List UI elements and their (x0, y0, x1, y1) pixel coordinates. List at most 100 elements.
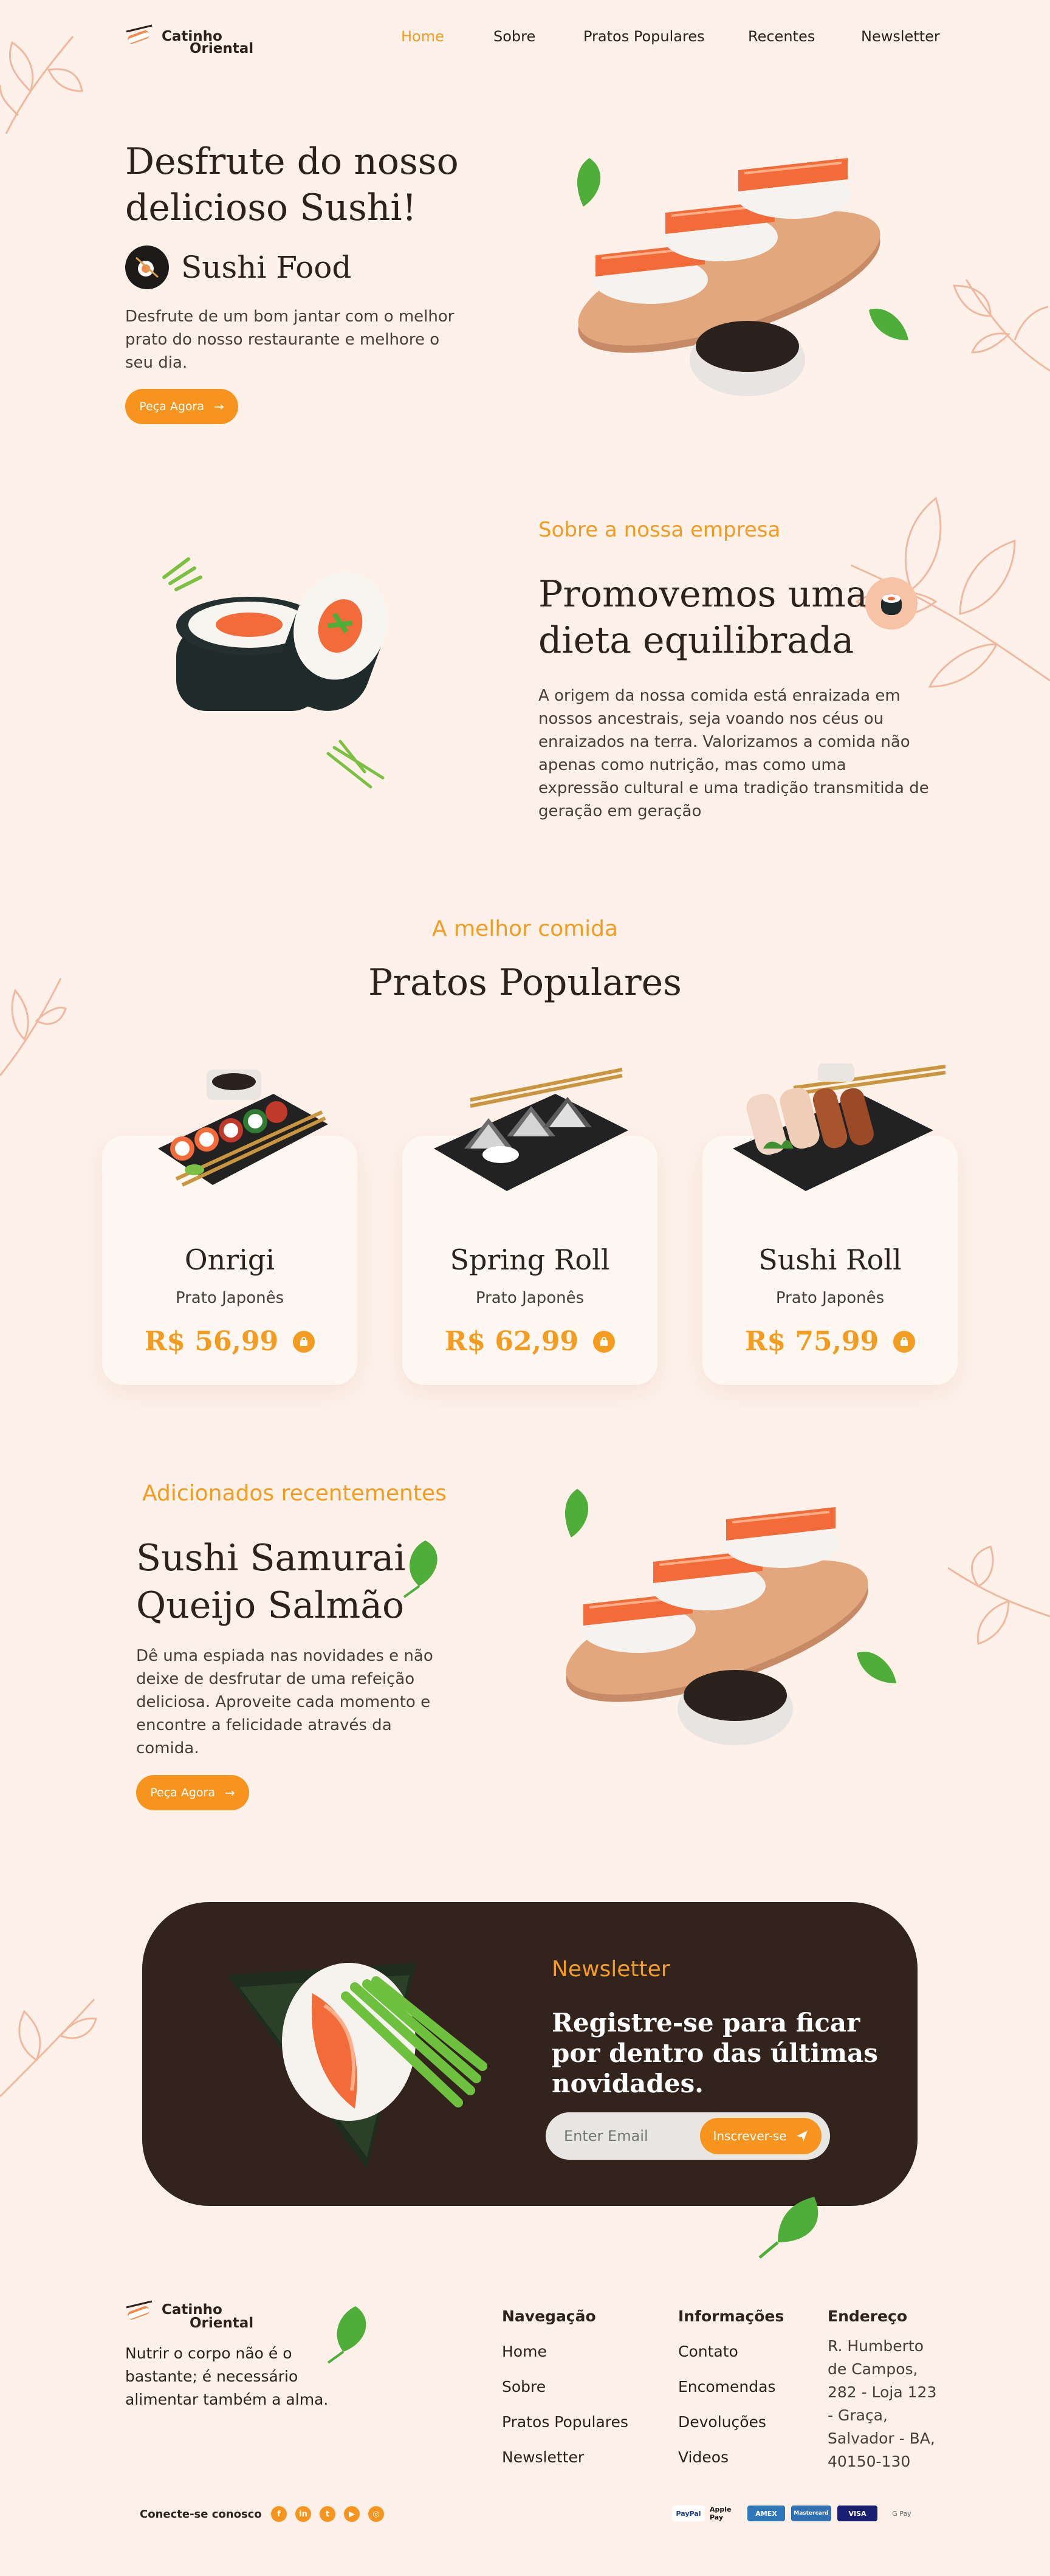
dish-category: Prato Japonês (775, 1289, 885, 1307)
footer-address-title: Endereço (828, 2307, 908, 2325)
dish-name: Spring Roll (450, 1243, 610, 1276)
instagram-icon[interactable]: ◎ (368, 2506, 384, 2522)
recent-sushi-image (565, 1489, 896, 1745)
recent-eyebrow: Adicionados recentementes (142, 1481, 447, 1506)
hero-order-label: Peça Agora (139, 400, 204, 413)
dish-name: Sushi Roll (758, 1243, 902, 1276)
nav-sobre[interactable]: Sobre (493, 28, 535, 45)
shopping-bag-icon[interactable] (593, 1330, 616, 1353)
leaf-outline-decoration (0, 36, 83, 134)
sushi-avatar-icon (125, 246, 169, 289)
recent-text-line: deixe de desfrutar de uma refeição (136, 1670, 415, 1688)
footer-tagline: Nutrir o corpo não é o bastante; é neces… (125, 2342, 328, 2411)
email-input[interactable] (564, 2123, 704, 2149)
hero-order-button[interactable]: Peça Agora → (125, 389, 238, 424)
recent-order-button[interactable]: Peça Agora → (136, 1775, 249, 1810)
newsletter-title: Registre-se para ficar por dentro das úl… (552, 2008, 878, 2099)
recent-title: Sushi Samurai Queijo Salmão (136, 1534, 406, 1629)
leaf-outline-decoration (947, 1545, 1050, 1645)
footer-link-sobre[interactable]: Sobre (502, 2378, 546, 2396)
nav-home[interactable]: Home (401, 28, 444, 45)
recent-order-label: Peça Agora (150, 1786, 215, 1799)
address-line: R. Humberto (828, 2337, 924, 2355)
footer-link-home[interactable]: Home (502, 2343, 547, 2360)
leaf-icon (327, 2306, 366, 2364)
about-text-line: A origem da nossa comida está enraizada … (538, 687, 901, 705)
about-text-line: geração em geração (538, 802, 702, 820)
youtube-icon[interactable]: ▶ (344, 2506, 360, 2522)
recent-title-line2: Queijo Salmão (136, 1584, 405, 1627)
nav-pratos-populares[interactable]: Pratos Populares (583, 28, 705, 45)
amex-icon: AMEX (747, 2506, 785, 2521)
nav-recentes[interactable]: Recentes (748, 28, 815, 45)
nav-newsletter[interactable]: Newsletter (861, 28, 940, 45)
send-icon (796, 2131, 808, 2142)
popular-eyebrow: A melhor comida (431, 916, 619, 941)
recent-text-line: deliciosa. Aproveite cada momento e (136, 1693, 431, 1711)
sushi-rolls-image (162, 557, 387, 789)
recent-text: Dê uma espiada nas novidades e não deixe… (136, 1644, 433, 1760)
leaf-outline-decoration (0, 1998, 97, 2098)
about-title-line2: dieta equilibrada (538, 619, 854, 662)
dish-image-spring-roll (434, 1068, 628, 1191)
newsletter-form: Inscrever-se (546, 2112, 830, 2160)
dish-image-onrigi (158, 1070, 328, 1187)
about-text-line: expressão cultural e uma tradição transm… (538, 779, 929, 797)
footer-nav-title: Navegação (502, 2307, 596, 2325)
about-text-line: enraizados na terra. Valorizamos a comid… (538, 733, 910, 751)
footer-link-newsletter[interactable]: Newsletter (502, 2448, 584, 2466)
shopping-bag-icon[interactable] (893, 1330, 916, 1353)
sushi-logo-icon (126, 2300, 153, 2320)
footer-link-pratos-populares[interactable]: Pratos Populares (502, 2413, 628, 2431)
hero-desc-line: prato do nosso restaurante e melhore o (125, 331, 440, 349)
footer-tagline-line: bastante; é necessário (125, 2368, 298, 2385)
newsletter-panel: Newsletter Registre-se para ficar por de… (142, 1902, 918, 2206)
address-line: - Graça, (828, 2406, 888, 2424)
about-text-line: apenas como nutrição, mas como uma (538, 756, 846, 774)
dish-image-sushi-roll (733, 1063, 945, 1191)
applepay-icon: Apple Pay (710, 2506, 732, 2521)
brand-logo[interactable]: Catinho Oriental (125, 23, 253, 60)
hero-desc-line: seu dia. (125, 354, 188, 372)
dish-price: R$ 75,99 (744, 1326, 879, 1357)
paypal-icon: PayPal (672, 2506, 705, 2521)
about-text: A origem da nossa comida está enraizada … (538, 684, 929, 823)
hero-title-line2: delicioso Sushi! (125, 187, 417, 229)
leaf-icon (403, 1540, 437, 1598)
footer-logo[interactable]: Catinho Oriental (125, 2299, 253, 2335)
dish-price: R$ 62,99 (444, 1326, 579, 1357)
address-line: Salvador - BA, (828, 2430, 935, 2447)
address-line: de Campos, (828, 2360, 918, 2378)
address-line: 40150-130 (828, 2453, 911, 2470)
footer-address: R. Humberto de Campos, 282 - Loja 123 - … (828, 2335, 936, 2473)
footer-tagline-line: Nutrir o corpo não é o (125, 2344, 292, 2362)
facebook-icon[interactable]: f (271, 2506, 287, 2522)
recent-title-line1: Sushi Samurai (136, 1537, 406, 1579)
hero-badge-label: Sushi Food (181, 250, 352, 285)
subscribe-label: Inscrever-se (713, 2129, 787, 2143)
linkedin-icon[interactable]: in (295, 2506, 311, 2522)
connect-label: Conecte-se conosco (140, 2508, 262, 2521)
twitter-icon[interactable]: t (320, 2506, 335, 2522)
hero-desc-line: Desfrute de um bom jantar com o melhor (125, 307, 455, 326)
arrow-right-icon: → (224, 1785, 235, 1800)
arrow-right-icon: → (213, 399, 224, 414)
recent-text-line: Dê uma espiada nas novidades e não (136, 1647, 433, 1665)
hero-badge: Sushi Food (125, 246, 351, 289)
sushi-badge-icon (865, 577, 918, 630)
subscribe-button[interactable]: Inscrever-se (700, 2118, 822, 2154)
footer-link-devolucoes[interactable]: Devoluções (678, 2413, 766, 2431)
leaf-icon (758, 2197, 818, 2259)
address-line: 282 - Loja 123 (828, 2383, 937, 2401)
recent-text-line: comida. (136, 1739, 199, 1757)
dish-price: R$ 56,99 (144, 1326, 279, 1357)
popular-title: Pratos Populares (368, 961, 682, 1004)
hero-description: Desfrute de um bom jantar com o melhor p… (125, 305, 454, 374)
newsletter-eyebrow: Newsletter (552, 1957, 670, 1982)
footer-link-videos[interactable]: Videos (678, 2448, 729, 2466)
footer-link-contato[interactable]: Contato (678, 2343, 738, 2360)
about-eyebrow: Sobre a nossa empresa (538, 518, 781, 542)
shopping-bag-icon[interactable] (293, 1330, 315, 1353)
footer-link-encomendas[interactable]: Encomendas (678, 2378, 775, 2396)
footer-info-title: Informações (678, 2307, 784, 2325)
